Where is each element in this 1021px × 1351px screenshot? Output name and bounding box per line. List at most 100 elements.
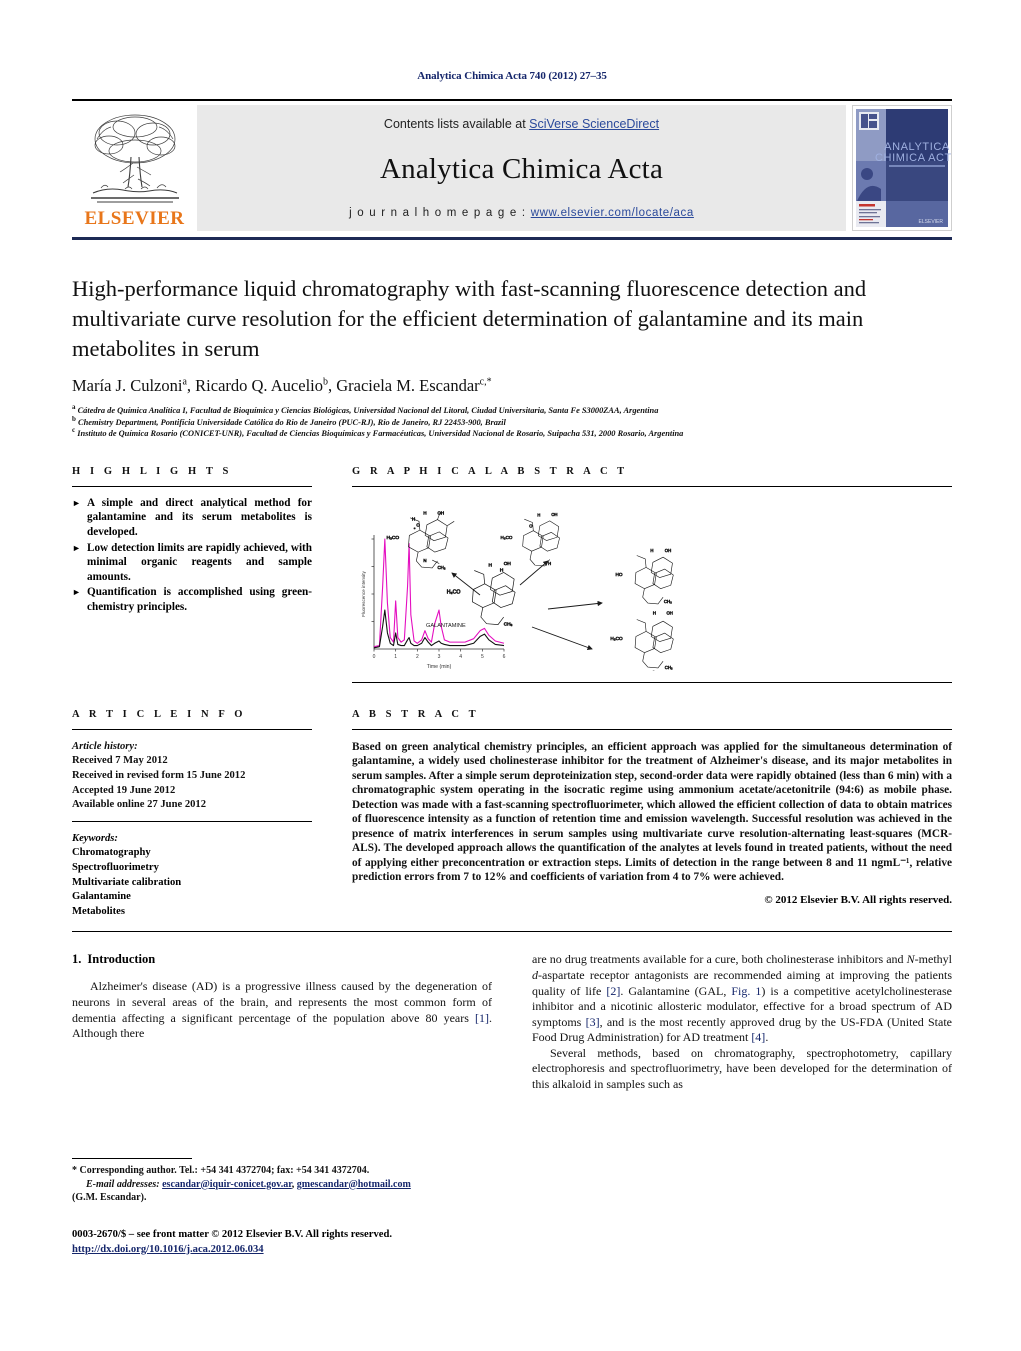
chart-x-tick-label: 5	[481, 654, 484, 660]
svg-text:H: H	[423, 510, 426, 515]
svg-text:CH₃: CH₃	[504, 621, 513, 627]
abstract-text: Based on green analytical chemistry prin…	[352, 740, 952, 884]
svg-text:OH: OH	[665, 548, 671, 553]
graphical-abstract-rule	[352, 485, 952, 487]
svg-text:H: H	[489, 562, 493, 568]
svg-text:CH₃: CH₃	[437, 565, 445, 570]
email-link-2[interactable]: gmescandar@hotmail.com	[297, 1179, 411, 1190]
svg-text:OH: OH	[504, 561, 512, 567]
running-head: Analytica Chimica Acta 740 (2012) 27–35	[417, 70, 607, 82]
abstract-copyright: © 2012 Elsevier B.V. All rights reserved…	[764, 893, 952, 906]
article-history-item: Accepted 19 June 2012	[72, 784, 176, 796]
affiliation-b: b Chemistry Department, Pontifícia Unive…	[72, 414, 506, 427]
intro-paragraph-left: Alzheimer's disease (AD) is a progressiv…	[72, 979, 492, 1041]
keyword-item: Metabolites	[72, 905, 125, 917]
intro-paragraph-right-1: are no drug treatments available for a c…	[532, 952, 952, 1045]
chart-x-tick-label: 3	[438, 654, 441, 660]
galantamine-label: GALANTAMINE	[426, 623, 466, 629]
svg-text:CH₃: CH₃	[665, 665, 673, 670]
article-history-lines: Received 7 May 2012 Received in revised f…	[72, 754, 312, 812]
contents-prefix: Contents lists available at	[383, 117, 530, 131]
journal-masthead: ELSEVIER Contents lists available at Sci…	[72, 105, 952, 231]
email-separator: ,	[291, 1178, 295, 1190]
graphical-abstract-bottom-rule	[352, 681, 952, 683]
graphical-abstract-heading: G R A P H I C A L A B S T R A C T	[352, 465, 628, 477]
triangle-bullet-icon: ►	[72, 497, 81, 508]
graphical-abstract-svg: 0 1 2 3 4 5 6 Time (min) Fluorescence intensity G…	[361, 510, 674, 675]
svg-text:OH: OH	[551, 512, 557, 517]
svg-text:HO: HO	[616, 572, 623, 577]
affiliation-a: a Cátedra de Química Analítica I, Facult…	[72, 403, 659, 415]
abstract-section: A B S T R A C T Based on green analytica…	[352, 709, 952, 920]
affiliation-list: a Cátedra de Química Analítica I, Facult…	[72, 403, 952, 440]
graphical-abstract-figure: 0 1 2 3 4 5 6 Time (min) Fluorescence intensity G…	[352, 499, 952, 675]
section-number: 1.	[72, 952, 82, 967]
article-body: 1. Introduction Alzheimer's disease (AD) …	[72, 952, 952, 1092]
email-label: E-mail addresses:	[86, 1178, 160, 1190]
email-line: E-mail addresses: escandar@iquir-conicet…	[72, 1178, 492, 1192]
svg-text:H: H	[650, 548, 653, 553]
keyword-item: Chromatography	[72, 847, 151, 859]
chart-series-sample	[373, 538, 505, 648]
article-info-section: A R T I C L E I N F O Article history: R…	[72, 709, 312, 920]
body-column-left: 1. Introduction Alzheimer's disease (AD) …	[72, 952, 492, 1092]
svg-text:O: O	[652, 670, 656, 671]
journal-title: Analytica Chimica Acta	[379, 152, 664, 185]
journal-article-page: Analytica Chimica Acta 740 (2012) 27–35	[0, 0, 1021, 1351]
corresponding-author-footnote: * Corresponding author. Tel.: +54 341 43…	[72, 1158, 492, 1205]
affiliation-c: c Instituto de Química Rosario (CONICET-…	[72, 426, 684, 439]
journal-homepage-link[interactable]: www.elsevier.com/locate/aca	[531, 207, 694, 219]
highlights-rule	[72, 485, 312, 487]
svg-text:H₃CO: H₃CO	[501, 535, 513, 540]
highlight-text: Low detection limits are rapidly achieve…	[87, 541, 312, 583]
doi-link[interactable]: http://dx.doi.org/10.1016/j.aca.2012.06.…	[72, 1244, 264, 1255]
svg-text:H: H	[500, 567, 504, 573]
highlight-text: A simple and direct analytical method fo…	[87, 496, 312, 538]
keyword-item: Galantamine	[72, 891, 131, 903]
body-column-right: are no drug treatments available for a c…	[532, 952, 952, 1092]
author-list: María J. Culzonia, Ricardo Q. Auceliob, …	[72, 376, 492, 395]
info-abstract-band: A R T I C L E I N F O Article history: R…	[72, 709, 952, 920]
svg-text:N: N	[423, 558, 426, 563]
chart-x-tick-label: 1	[394, 654, 397, 660]
highlights-section: H I G H L I G H T S ► A simple and direct…	[72, 466, 312, 683]
keyword-item: Spectrofluorimetry	[72, 861, 159, 873]
body-top-rule	[72, 931, 952, 933]
svg-text:OH: OH	[437, 510, 444, 515]
chart-x-tick-label: 0	[373, 654, 376, 660]
masthead-center: Contents lists available at SciVerse Sci…	[197, 105, 846, 231]
footer-issn-block: 0003-2670/$ – see front matter © 2012 El…	[72, 1228, 502, 1257]
email-link-1[interactable]: escandar@iquir-conicet.gov.ar	[162, 1179, 292, 1190]
keywords-block: Keywords: Chromatography Spectrofluorimet…	[72, 832, 312, 920]
keywords-label: Keywords:	[72, 832, 118, 844]
chart-y-label: Fluorescence intensity	[361, 570, 366, 616]
highlights-list: ► A simple and direct analytical method f…	[72, 496, 312, 615]
journal-homepage-line: j o u r n a l h o m e p a g e : www.else…	[349, 207, 694, 219]
section-title: Introduction	[87, 952, 156, 967]
article-history-label: Article history:	[72, 740, 138, 752]
article-title: High-performance liquid chromatography w…	[72, 276, 867, 361]
highlight-item: ► Low detection limits are rapidly achiev…	[72, 541, 312, 585]
journal-cover-thumbnail: ANALYTICA CHIMICA ACTA ELSEVIER	[852, 105, 952, 231]
title-block: High-performance liquid chromatography w…	[72, 274, 952, 440]
article-info-heading: A R T I C L E I N F O	[72, 708, 247, 720]
email-owner: (G.M. Escandar).	[72, 1192, 147, 1203]
svg-text:O: O	[529, 523, 532, 528]
svg-text:OH: OH	[667, 610, 673, 615]
footnote-text: * Corresponding author. Tel.: +54 341 43…	[72, 1164, 492, 1205]
elsevier-tree-icon	[87, 109, 183, 207]
sciencedirect-link[interactable]: SciVerse ScienceDirect	[529, 117, 659, 131]
section-heading-introduction: 1. Introduction	[72, 952, 492, 967]
svg-text:CH₃: CH₃	[664, 599, 672, 604]
contents-lists-line: Contents lists available at SciVerse Sci…	[384, 117, 659, 131]
triangle-bullet-icon: ►	[72, 542, 81, 553]
elsevier-wordmark: ELSEVIER	[84, 208, 185, 229]
highlights-graphical-band: H I G H L I G H T S ► A simple and direct…	[72, 466, 952, 683]
highlight-text: Quantification is accomplished using gre…	[87, 586, 312, 613]
svg-text:O: O	[416, 522, 420, 527]
article-history: Article history: Received 7 May 2012 Rece…	[72, 740, 312, 813]
article-info-rule	[72, 728, 312, 730]
chart-x-tick-label: 4	[459, 654, 462, 660]
abstract-rule	[352, 728, 952, 730]
svg-text:H: H	[548, 561, 551, 566]
